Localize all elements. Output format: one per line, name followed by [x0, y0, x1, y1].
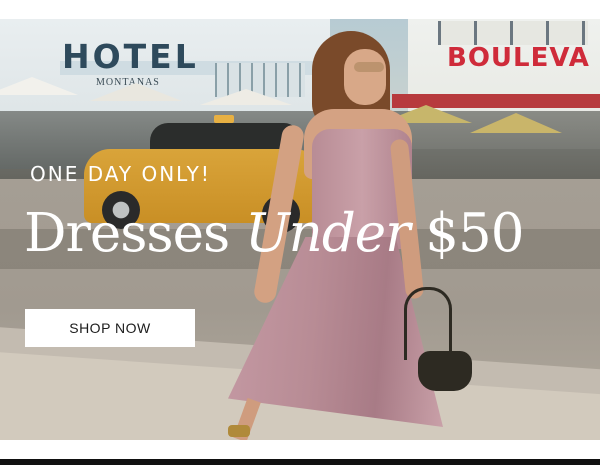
umbrella [0, 77, 78, 95]
footer-divider [0, 459, 600, 465]
umbrella [90, 83, 182, 101]
taxi-light [214, 115, 234, 123]
umbrella [200, 89, 292, 105]
umbrella [470, 113, 562, 133]
headline-italic-text: Under [245, 203, 410, 264]
promo-eyebrow: ONE DAY ONLY! [30, 162, 211, 186]
hotel-sign: HOTEL [62, 37, 199, 76]
model-face [344, 49, 386, 105]
headline-price: $50 [409, 203, 524, 264]
promo-headline: Dresses Under $50 [24, 201, 524, 267]
shop-now-button[interactable]: SHOP NOW [25, 309, 195, 347]
boulevard-windows [438, 21, 588, 45]
boulevard-sign: BOULEVA [447, 43, 590, 73]
handbag-strap [404, 287, 452, 360]
sunglasses [354, 62, 384, 72]
headline-text: Dresses [24, 203, 246, 264]
sandal [228, 425, 250, 437]
handbag [418, 351, 472, 391]
hero-banner[interactable]: HOTEL MONTANAS BOULEVA ONE DAY ONLY! Dre… [0, 19, 600, 440]
